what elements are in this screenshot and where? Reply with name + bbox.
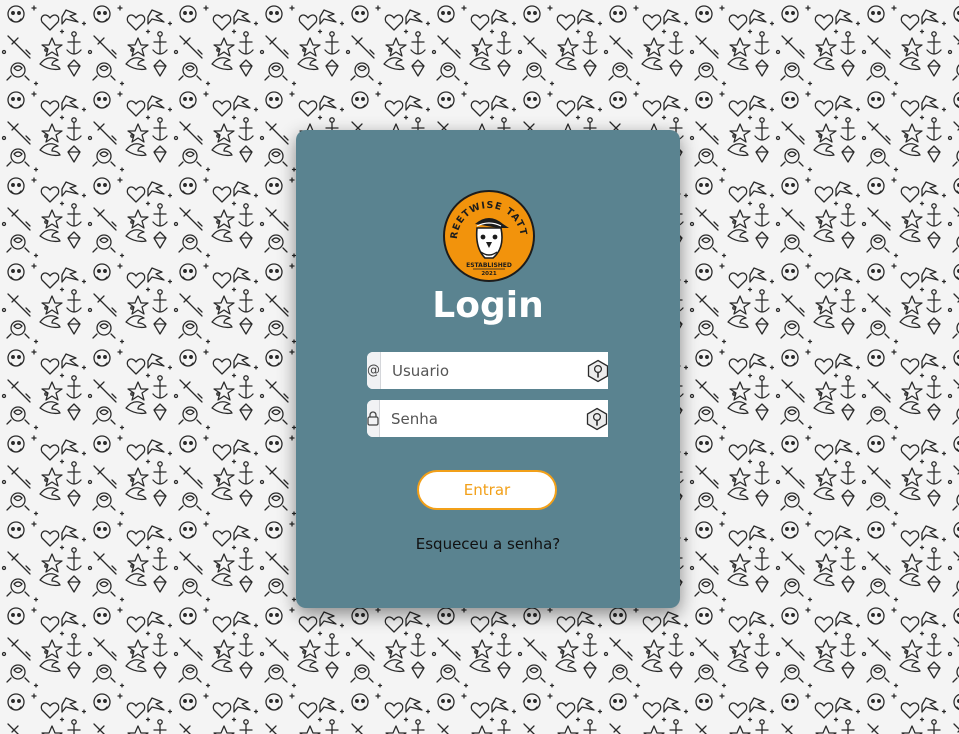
keyhole-icon[interactable] (585, 400, 608, 437)
keyhole-icon[interactable] (586, 352, 608, 389)
streetwise-tattoo-logo: STREETWISE TATTOO ESTABLISHED 2021 (443, 190, 535, 282)
password-field (367, 400, 608, 437)
login-page: STREETWISE TATTOO ESTABLISHED 2021 Login… (0, 0, 959, 734)
forgot-password-link[interactable]: Esqueceu a senha? (296, 535, 680, 553)
at-sign-prefix: @ (367, 352, 381, 389)
username-input[interactable] (381, 352, 586, 389)
login-button[interactable]: Entrar (417, 470, 557, 510)
login-card: STREETWISE TATTOO ESTABLISHED 2021 Login… (296, 130, 680, 608)
password-input[interactable] (380, 400, 585, 437)
login-title: Login (432, 285, 544, 326)
logo-year: 2021 (481, 271, 496, 277)
logo-text-bottom: ESTABLISHED (466, 262, 512, 269)
lock-icon (367, 400, 380, 437)
username-field: @ (367, 352, 608, 389)
